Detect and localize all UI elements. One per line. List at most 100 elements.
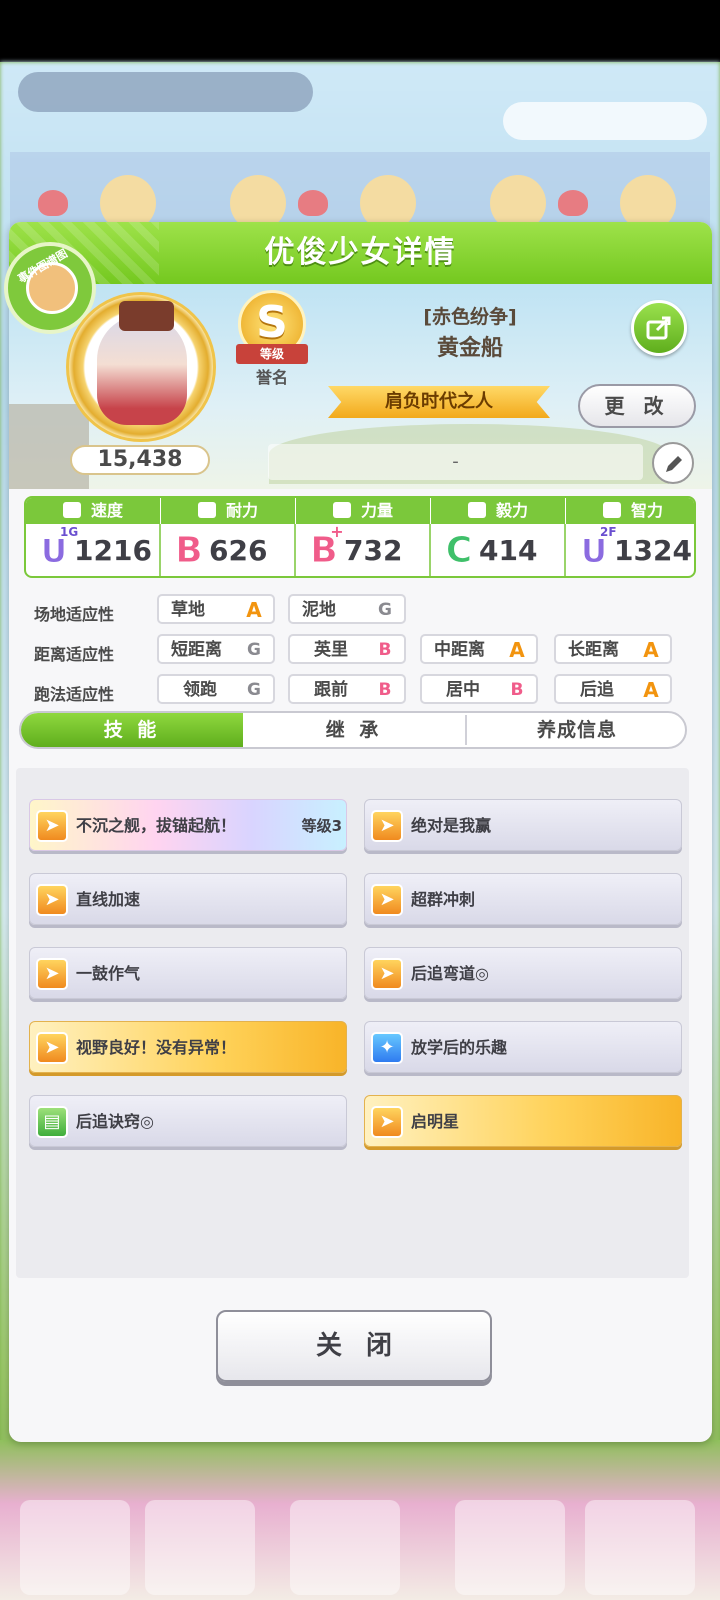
- background-menu-tile: [20, 1500, 130, 1595]
- skill-name: 不沉之舰，拔锚起航！: [76, 816, 237, 835]
- stat-value: 414: [479, 534, 538, 567]
- skill-card[interactable]: ▤ 后追诀窍◎: [29, 1095, 347, 1147]
- background-heart-icon: [298, 190, 328, 216]
- runner-icon: ➤: [36, 958, 68, 990]
- style-aptitude-label: 跑法适应性: [34, 685, 115, 704]
- aptitude-chip-front: 领跑 G: [157, 674, 275, 704]
- aptitude-chip-dirt: 泥地 G: [288, 594, 406, 624]
- runner-icon: ➤: [371, 1106, 403, 1138]
- aptitude-chip-end: 后追 A: [554, 674, 672, 704]
- edit-memo-button[interactable]: [652, 442, 694, 484]
- background-heart-icon: [38, 190, 68, 216]
- dialog-title: 优俊少女详情: [264, 235, 457, 270]
- aptitude-name: 泥地: [302, 600, 336, 620]
- aptitude-chip-turf: 草地 A: [157, 594, 275, 624]
- memo-field: -: [268, 444, 643, 480]
- rating-score: 15,438: [70, 445, 210, 475]
- flame-icon: [467, 502, 486, 518]
- dialog-header: 优俊少女详情: [9, 222, 712, 284]
- aptitude-name: 长距离: [568, 640, 619, 660]
- rank-ribbon: 等级: [236, 344, 308, 364]
- skill-name: 直线加速: [76, 890, 141, 909]
- runner-icon: ➤: [371, 958, 403, 990]
- aptitude-chip-mile: 英里 B: [288, 634, 406, 664]
- skill-name: 超群冲刺: [411, 890, 476, 909]
- distance-aptitude-label: 距离适应性: [34, 645, 115, 664]
- skill-card[interactable]: ➤ 一鼓作气: [29, 947, 347, 999]
- stat-stamina: 耐力 B 626: [161, 498, 295, 576]
- stat-speed-header: 速度: [26, 498, 160, 524]
- aptitude-name: 中距离: [434, 640, 485, 660]
- character-name: 黄金船: [436, 336, 503, 361]
- skill-card[interactable]: ➤ 绝对是我赢: [364, 799, 682, 851]
- aptitude-name: 草地: [171, 600, 205, 620]
- stat-label: 速度: [90, 501, 123, 520]
- background-search-bar: [18, 72, 313, 112]
- aptitude-grade: A: [509, 638, 525, 662]
- stat-grade-suffix: +: [330, 522, 344, 541]
- stat-value: 1324: [614, 534, 692, 567]
- outfit-name: [赤色纷争]: [423, 306, 517, 328]
- stat-label: 智力: [630, 501, 663, 520]
- aptitude-grade: B: [378, 680, 392, 700]
- runner-icon: ➤: [36, 1032, 68, 1064]
- stat-label: 力量: [360, 501, 393, 520]
- skill-name: 视野良好！没有异常！: [76, 1038, 237, 1057]
- rank-name: 誉名: [255, 368, 288, 387]
- aptitude-chip-medium: 中距离 A: [420, 634, 538, 664]
- aptitude-grade: G: [247, 680, 261, 700]
- skill-name: 一鼓作气: [76, 964, 141, 983]
- stats-panel: 速度 U 1G 1216 耐力 B 626 力量 B + 732 毅力 C 41…: [24, 496, 696, 578]
- aptitude-grade: G: [247, 640, 261, 660]
- aptitude-chip-long: 长距离 A: [554, 634, 672, 664]
- share-button[interactable]: [631, 300, 687, 356]
- stat-value: 732: [344, 534, 403, 567]
- aptitude-grade: B: [510, 680, 524, 700]
- stat-stamina-header: 耐力: [161, 498, 295, 524]
- tab-skills[interactable]: 技 能: [21, 713, 243, 747]
- skill-name: 后追弯道◎: [411, 964, 489, 983]
- tab-training-info[interactable]: 养成信息: [467, 713, 685, 747]
- background-heart-icon: [558, 190, 588, 216]
- book-icon: ▤: [36, 1106, 68, 1138]
- stat-label: 毅力: [495, 501, 528, 520]
- stat-value: 1216: [74, 534, 152, 567]
- runner-icon: ➤: [36, 810, 68, 842]
- skill-name: 启明星: [411, 1112, 460, 1131]
- skill-card[interactable]: ➤ 直线加速: [29, 873, 347, 925]
- aptitude-chip-short: 短距离 G: [157, 634, 275, 664]
- pencil-icon: [666, 456, 682, 472]
- aptitude-grade: A: [246, 598, 262, 622]
- stat-power-header: 力量: [296, 498, 430, 524]
- skill-card[interactable]: ➤ 超群冲刺: [364, 873, 682, 925]
- stat-power: 力量 B + 732: [296, 498, 430, 576]
- cap-icon: [602, 502, 621, 518]
- skill-card[interactable]: ✦ 放学后的乐趣: [364, 1021, 682, 1073]
- character-portrait[interactable]: [66, 292, 216, 442]
- stat-grade: C: [445, 530, 473, 571]
- aptitude-chip-pace: 跟前 B: [288, 674, 406, 704]
- track-aptitude-label: 场地适应性: [34, 605, 115, 624]
- background-menu-tile: [145, 1500, 255, 1595]
- runner-icon: ➤: [371, 884, 403, 916]
- tab-inheritance[interactable]: 继 承: [243, 713, 465, 747]
- background-menu-tile: [290, 1500, 400, 1595]
- character-hat: [119, 301, 174, 331]
- skill-card[interactable]: ➤ 视野良好！没有异常！: [29, 1021, 347, 1073]
- character-face: [97, 315, 187, 425]
- share-icon: [646, 316, 671, 340]
- background-menu-tile: [455, 1500, 565, 1595]
- stat-speed: 速度 U 1G 1216: [26, 498, 160, 576]
- skill-card[interactable]: ➤ 后追弯道◎: [364, 947, 682, 999]
- change-title-button[interactable]: 更 改: [578, 384, 696, 428]
- aptitude-grade: A: [643, 638, 659, 662]
- aptitude-name: 短距离: [171, 640, 222, 660]
- runner-icon: ➤: [371, 810, 403, 842]
- stat-grade: B: [175, 530, 203, 571]
- skill-card[interactable]: ➤ 不沉之舰，拔锚起航！ 等级3: [29, 799, 347, 851]
- heart-icon: [197, 502, 216, 518]
- skill-card[interactable]: ➤ 启明星: [364, 1095, 682, 1147]
- close-button[interactable]: 关闭: [216, 1310, 492, 1382]
- aptitude-grade: A: [643, 678, 659, 702]
- epithet-banner: 肩负时代之人: [328, 386, 550, 418]
